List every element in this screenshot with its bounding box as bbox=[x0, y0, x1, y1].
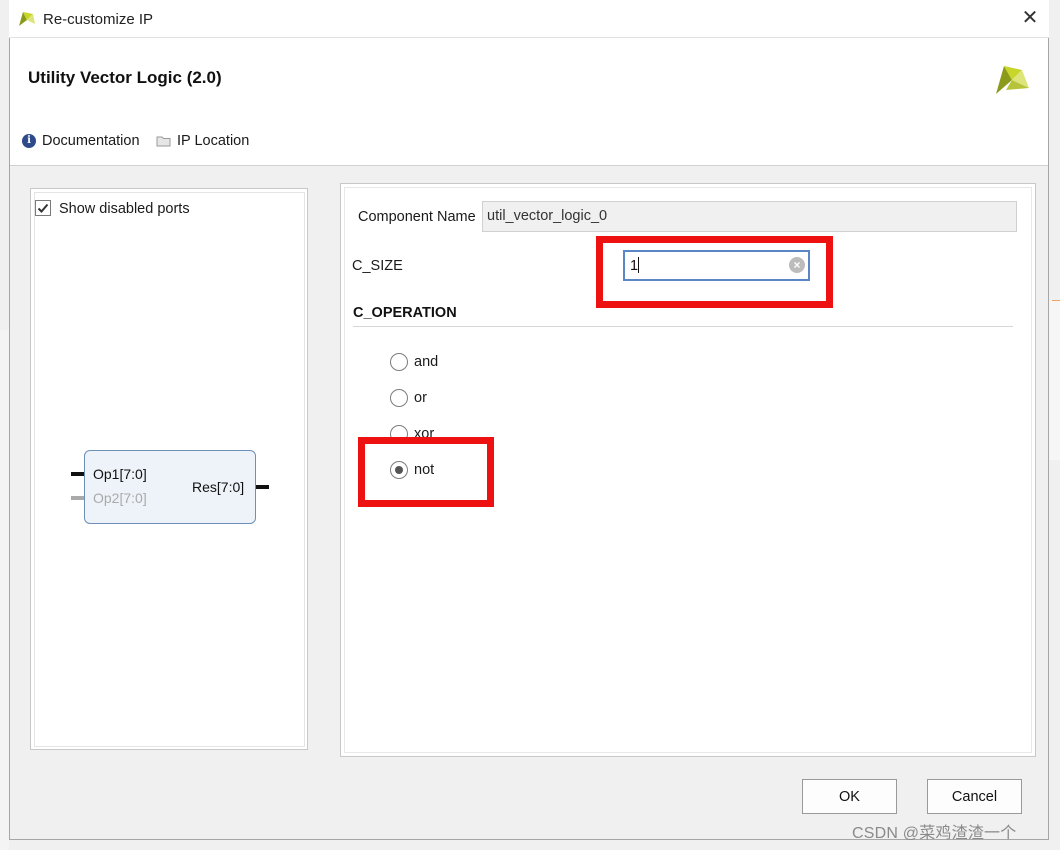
radio-or-label: or bbox=[414, 390, 427, 406]
show-disabled-ports-checkbox[interactable] bbox=[35, 200, 51, 216]
documentation-link[interactable]: i Documentation bbox=[22, 133, 140, 149]
op1-port-pin bbox=[71, 472, 85, 476]
op2-port-label: Op2[7:0] bbox=[93, 490, 147, 506]
ip-location-label: IP Location bbox=[177, 133, 250, 149]
documentation-label: Documentation bbox=[42, 133, 140, 149]
component-name-label: Component Name bbox=[358, 209, 476, 225]
radio-and[interactable] bbox=[390, 353, 408, 371]
window-title: Re-customize IP bbox=[43, 11, 154, 28]
c-operation-title: C_OPERATION bbox=[353, 305, 457, 321]
xilinx-logo-icon bbox=[996, 66, 1029, 94]
show-disabled-ports-label: Show disabled ports bbox=[59, 201, 190, 217]
highlight-box-not-option bbox=[358, 437, 494, 507]
res-port-label: Res[7:0] bbox=[192, 479, 245, 495]
op2-port-pin bbox=[71, 496, 85, 500]
section-divider bbox=[353, 326, 1013, 327]
close-icon[interactable]: ✕ bbox=[1020, 8, 1040, 28]
component-name-field[interactable]: util_vector_logic_0 bbox=[482, 201, 1017, 232]
background-window-edge-right bbox=[1048, 300, 1060, 460]
ip-title: Utility Vector Logic (2.0) bbox=[28, 68, 222, 87]
cancel-button[interactable]: Cancel bbox=[927, 779, 1022, 814]
folder-icon bbox=[156, 136, 171, 147]
res-port-pin bbox=[256, 485, 269, 489]
c-size-label: C_SIZE bbox=[352, 258, 403, 274]
watermark-text: CSDN @菜鸡渣渣一个 bbox=[852, 825, 1017, 842]
ip-location-link[interactable]: IP Location bbox=[156, 133, 249, 149]
ok-button[interactable]: OK bbox=[802, 779, 897, 814]
title-bar bbox=[9, 0, 1049, 38]
info-icon: i bbox=[22, 134, 36, 148]
background-window-edge-left bbox=[0, 330, 9, 850]
checkmark-icon bbox=[37, 203, 49, 213]
vivado-logo-icon bbox=[19, 12, 35, 26]
op1-port-label: Op1[7:0] bbox=[93, 466, 147, 482]
radio-or[interactable] bbox=[390, 389, 408, 407]
highlight-box-c-size bbox=[596, 236, 833, 308]
background-accent-line bbox=[1052, 300, 1060, 301]
radio-and-label: and bbox=[414, 354, 439, 370]
